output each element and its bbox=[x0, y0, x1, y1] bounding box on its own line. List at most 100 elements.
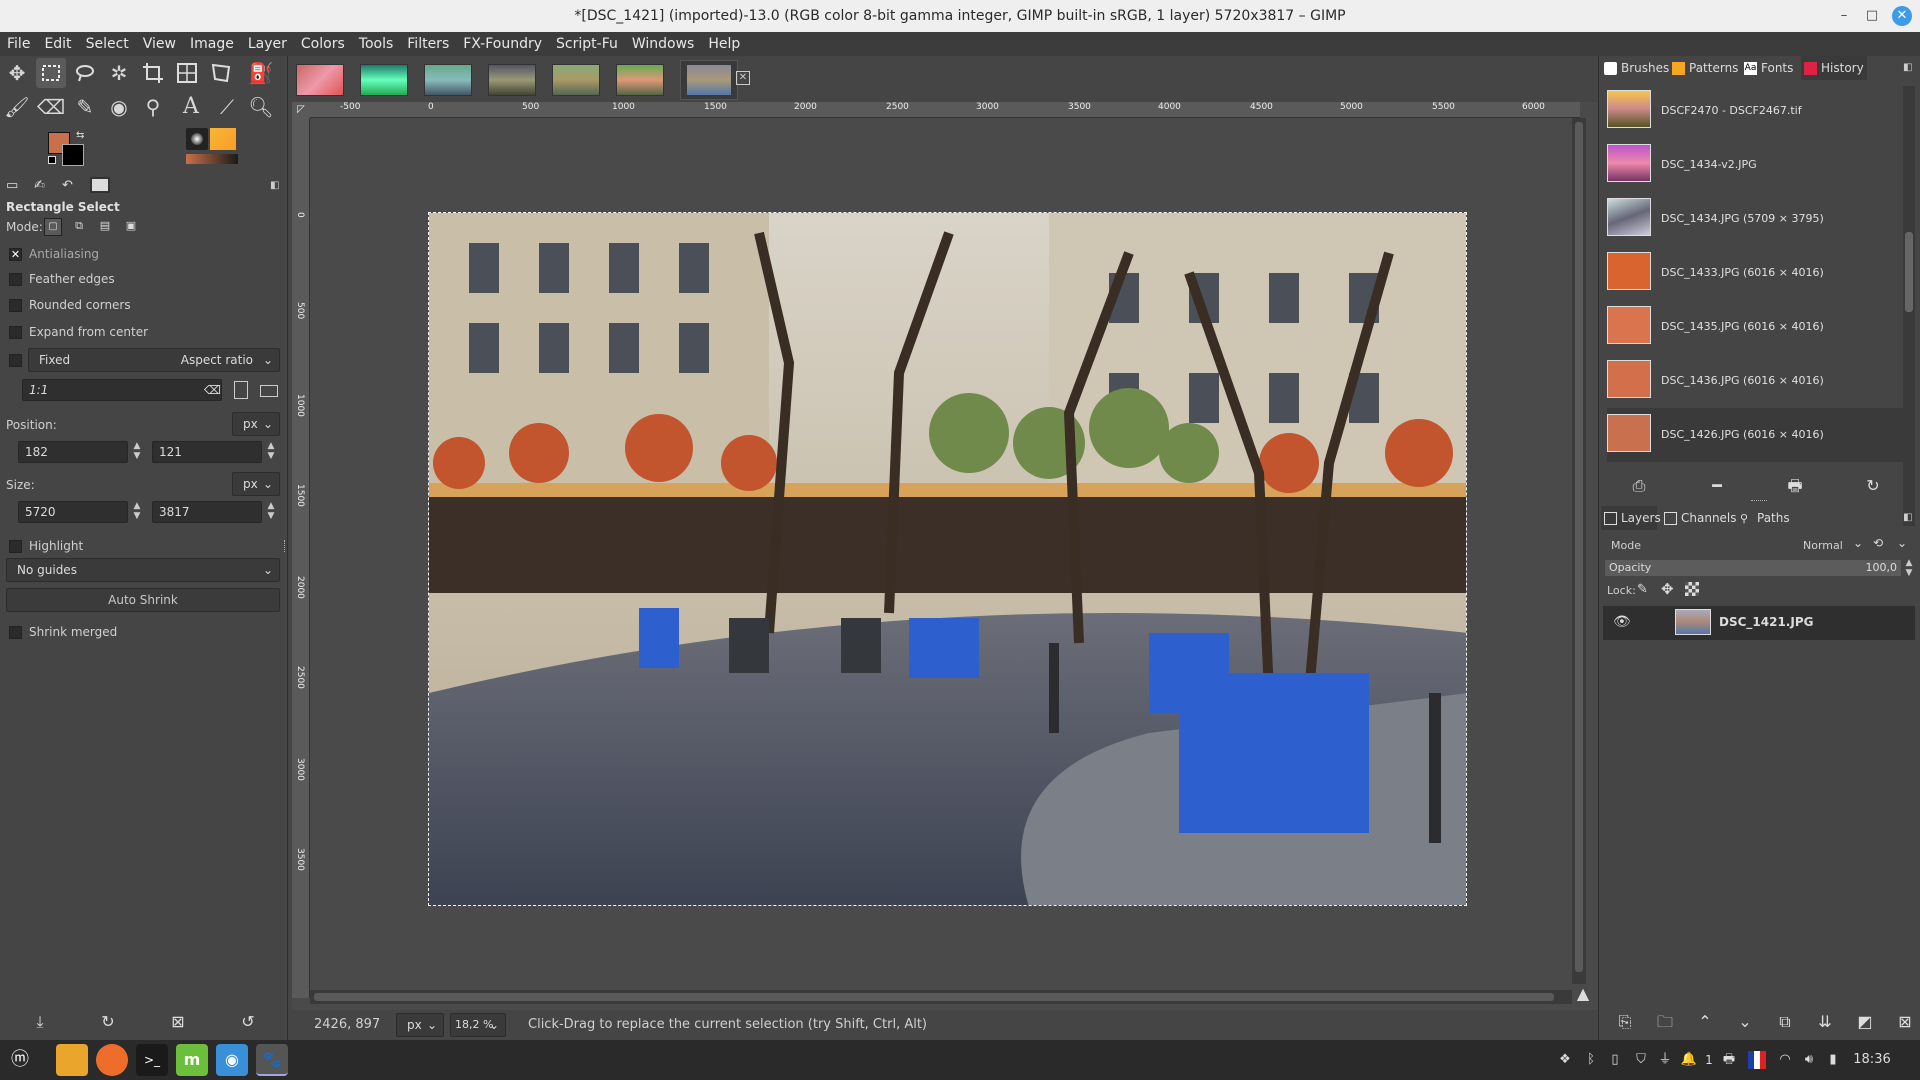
mode-replace-icon[interactable]: ▢ bbox=[44, 218, 62, 236]
configure-tab-icon[interactable]: ◧ bbox=[270, 180, 279, 191]
menu-view[interactable]: View bbox=[136, 32, 183, 56]
new-layer-group-icon[interactable]: 🗀 bbox=[1655, 1012, 1675, 1032]
lasso-tool-icon[interactable] bbox=[70, 58, 100, 88]
history-scrollbar-thumb[interactable] bbox=[1905, 232, 1913, 312]
tab-layers[interactable]: Layers bbox=[1601, 506, 1661, 530]
position-unit-dropdown[interactable]: px ⌄ bbox=[232, 412, 280, 436]
dropbox-icon[interactable]: ❖ bbox=[1556, 1051, 1574, 1069]
terminal-app-icon[interactable]: >_ bbox=[136, 1044, 168, 1076]
merge-layer-icon[interactable]: ⇊ bbox=[1815, 1012, 1835, 1032]
canvas-image[interactable] bbox=[428, 212, 1467, 906]
mode-intersect-icon[interactable]: ▣ bbox=[122, 218, 140, 236]
reset-options-icon[interactable]: ↺ bbox=[238, 1012, 258, 1032]
raise-layer-icon[interactable]: ⌃ bbox=[1695, 1012, 1715, 1032]
image-tab-1[interactable] bbox=[296, 64, 344, 96]
keyboard-layout-icon[interactable] bbox=[1748, 1051, 1766, 1069]
size-height-input[interactable]: 3817 bbox=[152, 501, 262, 523]
bucket-fill-tool-icon[interactable]: ⛽ bbox=[246, 58, 276, 88]
wifi-icon[interactable]: ◠ bbox=[1776, 1051, 1794, 1069]
tool-options-tab-icon[interactable]: ▭ bbox=[6, 178, 24, 194]
shield-icon[interactable]: ⛉ bbox=[1632, 1051, 1650, 1069]
printer-icon[interactable]: 🖶 bbox=[1720, 1051, 1738, 1069]
navigate-icon[interactable]: ▲ bbox=[1574, 984, 1592, 1003]
clipboard-icon[interactable]: ▯ bbox=[1606, 1051, 1624, 1069]
background-color-swatch[interactable] bbox=[62, 144, 84, 166]
eraser-tool-icon[interactable]: ⌫ bbox=[36, 92, 66, 122]
mode-add-icon[interactable]: ⧉ bbox=[70, 218, 88, 236]
pane-resize-handle[interactable] bbox=[1751, 500, 1767, 504]
paintbrush-tool-icon[interactable]: 🖌 bbox=[2, 92, 32, 122]
tab-paths[interactable]: ⚲ Paths bbox=[1737, 506, 1793, 530]
rect-select-tool-icon[interactable] bbox=[36, 58, 66, 88]
history-item[interactable]: DSC_1434-v2.JPG bbox=[1607, 138, 1903, 192]
switch-composite-icon[interactable]: ⟲ bbox=[1873, 536, 1883, 550]
vertical-scrollbar-thumb[interactable] bbox=[1575, 122, 1583, 972]
image-tab-active[interactable] bbox=[680, 60, 738, 100]
horizontal-ruler[interactable]: -500 0 500 1000 1500 2000 2500 3000 3500… bbox=[310, 102, 1580, 118]
position-y-input[interactable]: 121 bbox=[152, 441, 262, 463]
color-picker-tool-icon[interactable]: ⟋ bbox=[212, 92, 242, 122]
highlight-checkbox[interactable] bbox=[9, 540, 22, 553]
volume-icon[interactable]: 🔊︎ bbox=[1800, 1051, 1818, 1069]
rounded-checkbox[interactable] bbox=[9, 299, 22, 312]
layer-mask-icon[interactable]: ◩ bbox=[1855, 1012, 1875, 1032]
position-y-spinner[interactable]: ▲ ▼ bbox=[264, 441, 278, 463]
mint-app-icon[interactable]: m bbox=[176, 1044, 208, 1076]
mint-menu-icon[interactable]: ⓜ bbox=[4, 1044, 36, 1076]
landscape-icon[interactable] bbox=[260, 385, 278, 397]
fixed-mode-dropdown[interactable]: Fixed Aspect ratio ⌄ bbox=[28, 348, 280, 372]
restore-options-icon[interactable]: ↻ bbox=[98, 1012, 118, 1032]
eye-icon[interactable]: 👁 bbox=[1613, 614, 1631, 630]
open-image-icon[interactable]: ⎙ bbox=[1629, 476, 1649, 496]
menu-filters[interactable]: Filters bbox=[400, 32, 456, 56]
clear-ratio-icon[interactable]: ⌫ bbox=[204, 383, 221, 397]
gradient-preview-icon[interactable] bbox=[186, 154, 238, 164]
size-width-input[interactable]: 5720 bbox=[18, 501, 128, 523]
mode-subtract-icon[interactable]: ▤ bbox=[96, 218, 114, 236]
opacity-slider[interactable]: Opacity 100,0 bbox=[1605, 560, 1901, 576]
undo-history-tab-icon[interactable]: ↶ bbox=[62, 178, 80, 194]
vertical-scrollbar[interactable] bbox=[1572, 118, 1586, 984]
clear-history-icon[interactable]: 🖶 bbox=[1785, 476, 1805, 496]
smudge-tool-icon[interactable]: ◉ bbox=[104, 92, 134, 122]
gimp-app-icon[interactable]: 🐾 bbox=[256, 1044, 288, 1076]
lock-position-icon[interactable]: ✥ bbox=[1661, 580, 1674, 598]
configure-tab-icon[interactable]: ◧ bbox=[1903, 62, 1912, 73]
close-button[interactable]: ✕ bbox=[1892, 6, 1912, 26]
configure-tab-icon[interactable]: ◧ bbox=[1903, 512, 1912, 523]
status-unit-dropdown[interactable]: px ⌄ bbox=[396, 1013, 444, 1037]
layer-mode-value[interactable]: Normal bbox=[1803, 539, 1843, 552]
layer-row[interactable]: 👁 DSC_1421.JPG bbox=[1603, 606, 1915, 640]
brush-preview-icon[interactable] bbox=[186, 128, 208, 150]
quick-mask-icon[interactable]: ◸ bbox=[292, 102, 310, 118]
feather-checkbox[interactable] bbox=[9, 273, 22, 286]
opacity-spinner[interactable]: ▲ ▼ bbox=[1902, 558, 1916, 578]
paths-tool-icon[interactable]: ⚲ bbox=[138, 92, 168, 122]
menu-windows[interactable]: Windows bbox=[625, 32, 702, 56]
tab-patterns[interactable]: Patterns bbox=[1669, 56, 1738, 80]
guides-dropdown[interactable]: No guides ⌄ bbox=[6, 558, 280, 582]
minimize-button[interactable]: – bbox=[1834, 6, 1854, 26]
refresh-icon[interactable]: ↻ bbox=[1863, 476, 1883, 496]
swap-colors-icon[interactable]: ⇆ bbox=[76, 130, 84, 141]
history-item-selected[interactable]: DSC_1426.JPG (6016 × 4016) bbox=[1607, 408, 1903, 462]
image-tab-3[interactable] bbox=[424, 64, 472, 96]
dock-resize-handle[interactable] bbox=[284, 540, 287, 552]
history-scrollbar[interactable] bbox=[1903, 86, 1915, 526]
lock-pixels-icon[interactable]: ✎ bbox=[1637, 582, 1648, 597]
files-app-icon[interactable] bbox=[56, 1044, 88, 1076]
image-tab-4[interactable] bbox=[488, 64, 536, 96]
fuzzy-select-tool-icon[interactable]: ✲ bbox=[104, 58, 134, 88]
menu-select[interactable]: Select bbox=[79, 32, 136, 56]
save-options-icon[interactable]: ⤓ bbox=[30, 1012, 50, 1032]
expand-checkbox[interactable] bbox=[9, 326, 22, 339]
clock[interactable]: 18:36 bbox=[1850, 1051, 1894, 1069]
network-tray-icon[interactable]: ⏚ bbox=[1656, 1051, 1674, 1069]
tab-history[interactable]: History bbox=[1801, 56, 1867, 80]
images-tab-icon[interactable] bbox=[90, 177, 110, 193]
crop-tool-icon[interactable] bbox=[138, 58, 168, 88]
menu-help[interactable]: Help bbox=[701, 32, 747, 56]
size-unit-dropdown[interactable]: px ⌄ bbox=[232, 472, 280, 496]
history-item[interactable]: DSC_1434.JPG (5709 × 3795) bbox=[1607, 192, 1903, 246]
default-colors-icon[interactable] bbox=[48, 156, 56, 164]
